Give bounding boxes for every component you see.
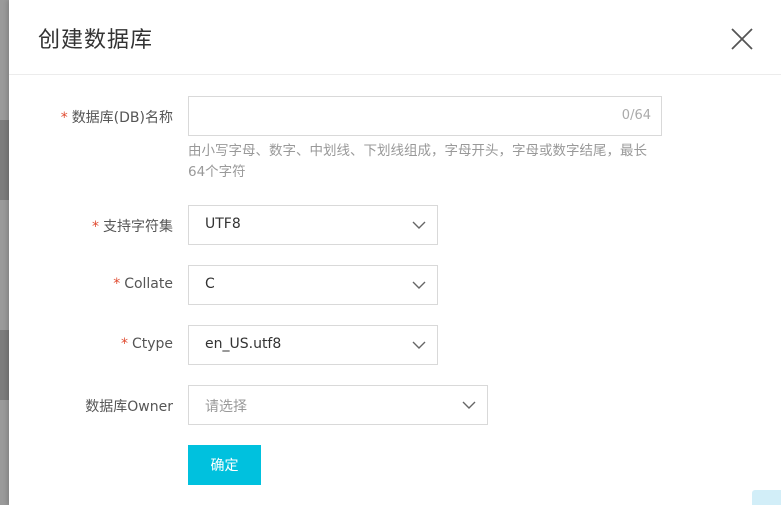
collate-select[interactable]: C <box>188 265 438 305</box>
ctype-value: en_US.utf8 <box>205 336 282 352</box>
db-name-field[interactable]: 0/64 <box>188 96 662 136</box>
collate-value: C <box>205 276 215 292</box>
close-icon <box>731 28 753 50</box>
owner-label: 数据库Owner <box>85 399 173 415</box>
ctype-label: * Ctype <box>121 336 173 352</box>
required-mark: * <box>92 219 99 235</box>
floating-widget[interactable] <box>752 490 781 505</box>
dialog-header: 创建数据库 <box>9 0 781 75</box>
db-name-label: * 数据库(DB)名称 <box>61 107 173 127</box>
required-mark: * <box>120 336 128 352</box>
dialog-title: 创建数据库 <box>38 28 154 53</box>
chevron-down-icon <box>412 221 426 229</box>
owner-placeholder: 请选择 <box>205 399 247 415</box>
char-counter: 0/64 <box>621 108 651 123</box>
required-mark: * <box>113 276 121 292</box>
chevron-down-icon <box>412 281 426 289</box>
ctype-label-text: Ctype <box>131 336 173 352</box>
db-name-label-text: 数据库(DB)名称 <box>71 110 173 126</box>
db-name-input[interactable] <box>201 97 625 135</box>
chevron-down-icon <box>412 341 426 349</box>
required-mark: * <box>60 110 68 126</box>
background-band <box>0 330 9 400</box>
db-name-hint: 由小写字母、数字、中划线、下划线组成，字母开头，字母或数字结尾，最长64个字符 <box>188 143 647 180</box>
chevron-down-icon <box>462 401 476 409</box>
confirm-button[interactable]: 确定 <box>188 445 261 485</box>
background-band <box>0 120 9 200</box>
charset-value: UTF8 <box>205 216 241 232</box>
close-button[interactable] <box>729 26 755 52</box>
collate-label-text: Collate <box>124 276 173 292</box>
create-database-dialog: 创建数据库 * 数据库(DB)名称 0/64 由小写字母、数字、中划线、下划线组成… <box>9 0 781 505</box>
collate-label: * Collate <box>113 276 173 292</box>
charset-label: * 支持字符集 <box>92 216 173 236</box>
charset-select[interactable]: UTF8 <box>188 205 438 245</box>
charset-label-text: 支持字符集 <box>103 219 173 235</box>
ctype-select[interactable]: en_US.utf8 <box>188 325 438 365</box>
background-overlay <box>0 0 9 505</box>
owner-select[interactable]: 请选择 <box>188 385 488 425</box>
